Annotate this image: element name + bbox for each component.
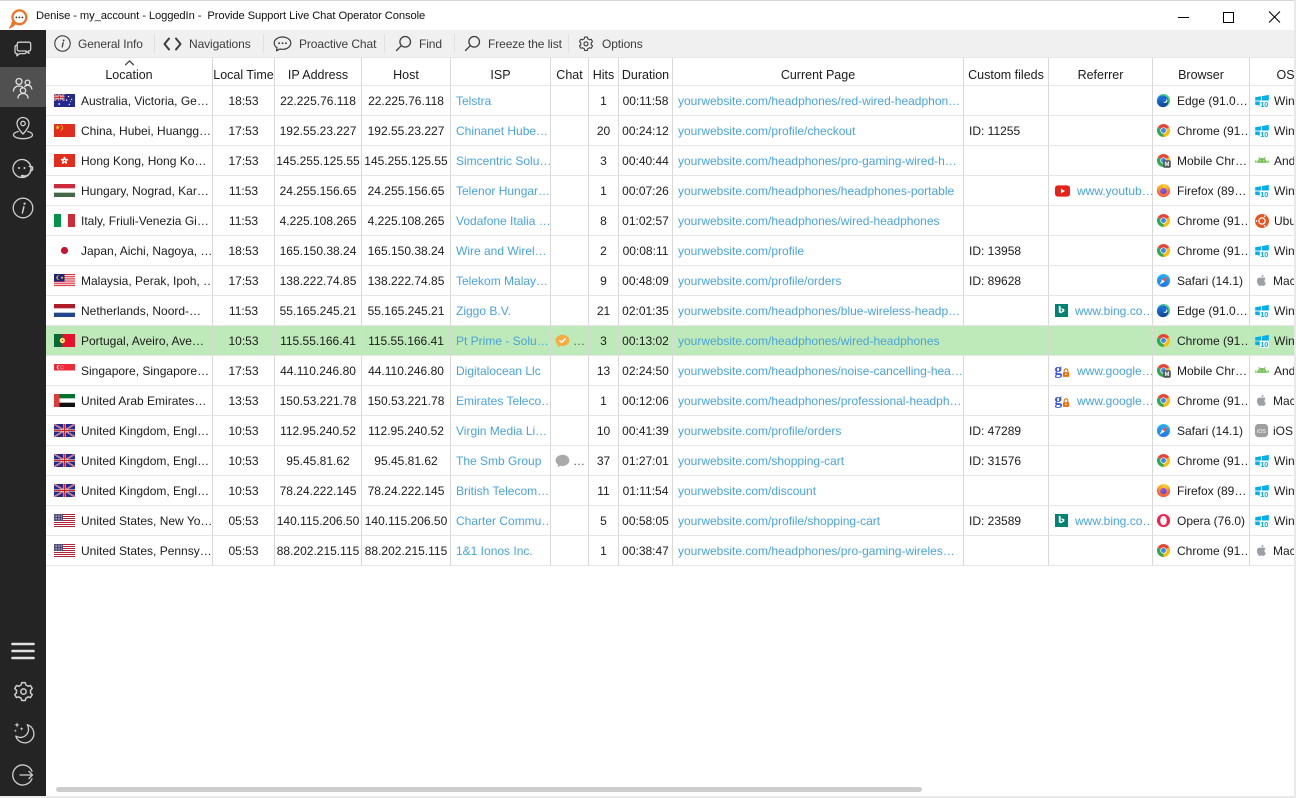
- svg-text:g: g: [1055, 393, 1062, 408]
- svg-text:g: g: [1055, 363, 1062, 378]
- svg-text:10: 10: [1260, 130, 1268, 139]
- svg-text:10: 10: [1260, 250, 1268, 259]
- svg-text:10: 10: [1260, 100, 1268, 109]
- svg-text:M: M: [1165, 162, 1170, 168]
- svg-text:iOS: iOS: [1257, 429, 1266, 435]
- svg-text:10: 10: [1260, 190, 1268, 199]
- svg-text:10: 10: [1260, 340, 1268, 349]
- svg-text:10: 10: [1260, 520, 1268, 529]
- svg-text:M: M: [1165, 372, 1170, 378]
- svg-text:10: 10: [1260, 460, 1268, 469]
- svg-text:10: 10: [1260, 310, 1268, 319]
- svg-text:10: 10: [1260, 490, 1268, 499]
